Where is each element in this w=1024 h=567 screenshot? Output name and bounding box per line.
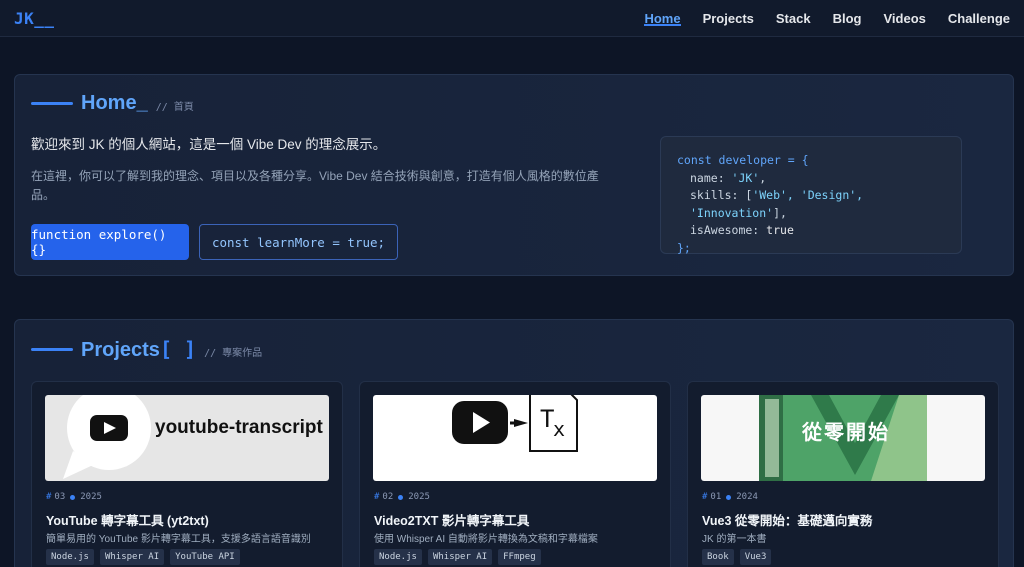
dot-icon <box>398 494 404 500</box>
code-snippet: const developer = { name: 'JK', skills: … <box>660 136 962 255</box>
project-thumbnail: youtube-transcript <box>45 395 329 481</box>
nav-item-stack[interactable]: Stack <box>776 0 811 36</box>
home-title: Home_ <box>81 92 148 114</box>
project-tags: Node.js Whisper AI YouTube API <box>46 549 240 565</box>
dot-icon <box>726 494 732 500</box>
tag: Vue3 <box>739 549 772 565</box>
project-title[interactable]: Video2TXT 影片轉字幕工具 <box>374 510 529 529</box>
project-number: 03 <box>54 492 66 502</box>
nav-menu: Home Projects Stack Blog Videos Challeng… <box>622 0 1010 36</box>
learn-more-button[interactable]: const learnMore = true; <box>199 224 398 260</box>
projects-subtitle: // 專案作品 <box>204 348 263 359</box>
tag: Whisper AI <box>99 549 165 565</box>
projects-section: Projects[ ] // 專案作品 youtube-transcript #… <box>14 319 1014 567</box>
project-year: 2025 <box>80 492 102 502</box>
project-year: 2025 <box>408 492 430 502</box>
video-to-text-icon <box>452 395 578 452</box>
project-thumbnail: 從零開始 <box>701 395 985 481</box>
project-description: JK 的第一本書 <box>702 534 767 545</box>
project-tags: Node.js Whisper AI FFmpeg <box>374 549 541 565</box>
project-title[interactable]: Vue3 從零開始：基礎邁向實務 <box>702 510 872 529</box>
code-literal: true <box>766 223 794 237</box>
project-meta: #01 2024 <box>702 492 758 502</box>
tag: Whisper AI <box>427 549 493 565</box>
code-key: isAwesome: <box>690 223 767 237</box>
project-card-yt2txt[interactable]: youtube-transcript #03 2025 YouTube 轉字幕工… <box>31 381 343 567</box>
project-thumbnail: T x <box>373 395 657 481</box>
heading-accent-line <box>31 348 73 351</box>
code-key: name: <box>690 170 732 185</box>
project-card-video2txt[interactable]: T x #02 2025 Video2TXT 影片轉字幕工具 使用 Whispe… <box>359 381 671 567</box>
nav-item-challenge[interactable]: Challenge <box>948 0 1010 36</box>
code-line-skills: skills: ['Web', 'Design', 'Innovation'], <box>677 187 945 222</box>
nav-item-videos[interactable]: Videos <box>883 0 925 36</box>
tag: Node.js <box>46 549 94 565</box>
thumbnail-caption: youtube-transcript <box>155 417 323 438</box>
code-line-name: name: 'JK', <box>690 170 767 185</box>
home-heading: Home_ // 首頁 <box>31 92 194 115</box>
project-number: 02 <box>382 492 394 502</box>
explore-button[interactable]: function explore() {} <box>31 224 189 260</box>
code-line-close: }; <box>677 240 691 255</box>
code-punct: ], <box>773 205 787 220</box>
nav-item-home[interactable]: Home <box>644 0 681 36</box>
projects-title-text: Projects <box>81 339 160 361</box>
code-line-awesome: isAwesome: true <box>677 222 945 240</box>
thumbnail-caption: 從零開始 <box>802 422 890 444</box>
project-year: 2024 <box>736 492 758 502</box>
project-description: 簡單易用的 YouTube 影片轉字幕工具，支援多語言語音識別 <box>46 534 311 545</box>
nav-item-projects[interactable]: Projects <box>703 0 754 36</box>
projects-title: Projects[ ] <box>81 337 196 362</box>
project-tags: Book Vue3 <box>702 549 772 565</box>
nav-item-blog[interactable]: Blog <box>833 0 862 36</box>
top-nav: JK__ Home Projects Stack Blog Videos Cha… <box>0 0 1024 37</box>
project-number: 01 <box>710 492 722 502</box>
projects-title-bracket: [ ] <box>159 337 197 361</box>
welcome-text: 歡迎來到 JK 的個人網站，這是一個 Vibe Dev 的理念展示。 <box>31 137 387 152</box>
code-string: 'JK' <box>731 170 760 185</box>
home-subtitle: // 首頁 <box>155 102 194 113</box>
home-description: 在這裡，你可以了解到我的理念、項目以及各種分享。Vibe Dev 結合技術與創意… <box>31 169 599 202</box>
projects-heading: Projects[ ] // 專案作品 <box>31 337 262 362</box>
dot-icon <box>70 494 76 500</box>
home-section: Home_ // 首頁 歡迎來到 JK 的個人網站，這是一個 Vibe Dev … <box>14 74 1014 276</box>
tag: Node.js <box>374 549 422 565</box>
project-meta: #02 2025 <box>374 492 430 502</box>
code-line-declare: const developer = { <box>677 153 809 167</box>
site-logo[interactable]: JK__ <box>14 9 55 28</box>
project-description: 使用 Whisper AI 自動將影片轉換為文稿和字幕檔案 <box>374 534 598 545</box>
project-title[interactable]: YouTube 轉字幕工具 (yt2txt) <box>46 510 209 529</box>
heading-accent-line <box>31 102 73 105</box>
project-meta: #03 2025 <box>46 492 102 502</box>
tag: YouTube API <box>170 549 240 565</box>
tag: FFmpeg <box>498 549 541 565</box>
thumbnail-x-glyph: x <box>553 417 566 441</box>
tag: Book <box>702 549 734 565</box>
project-card-vue3-book[interactable]: 從零開始 #01 2024 Vue3 從零開始：基礎邁向實務 JK 的第一本書 … <box>687 381 999 567</box>
code-key: skills: [ <box>690 188 753 202</box>
